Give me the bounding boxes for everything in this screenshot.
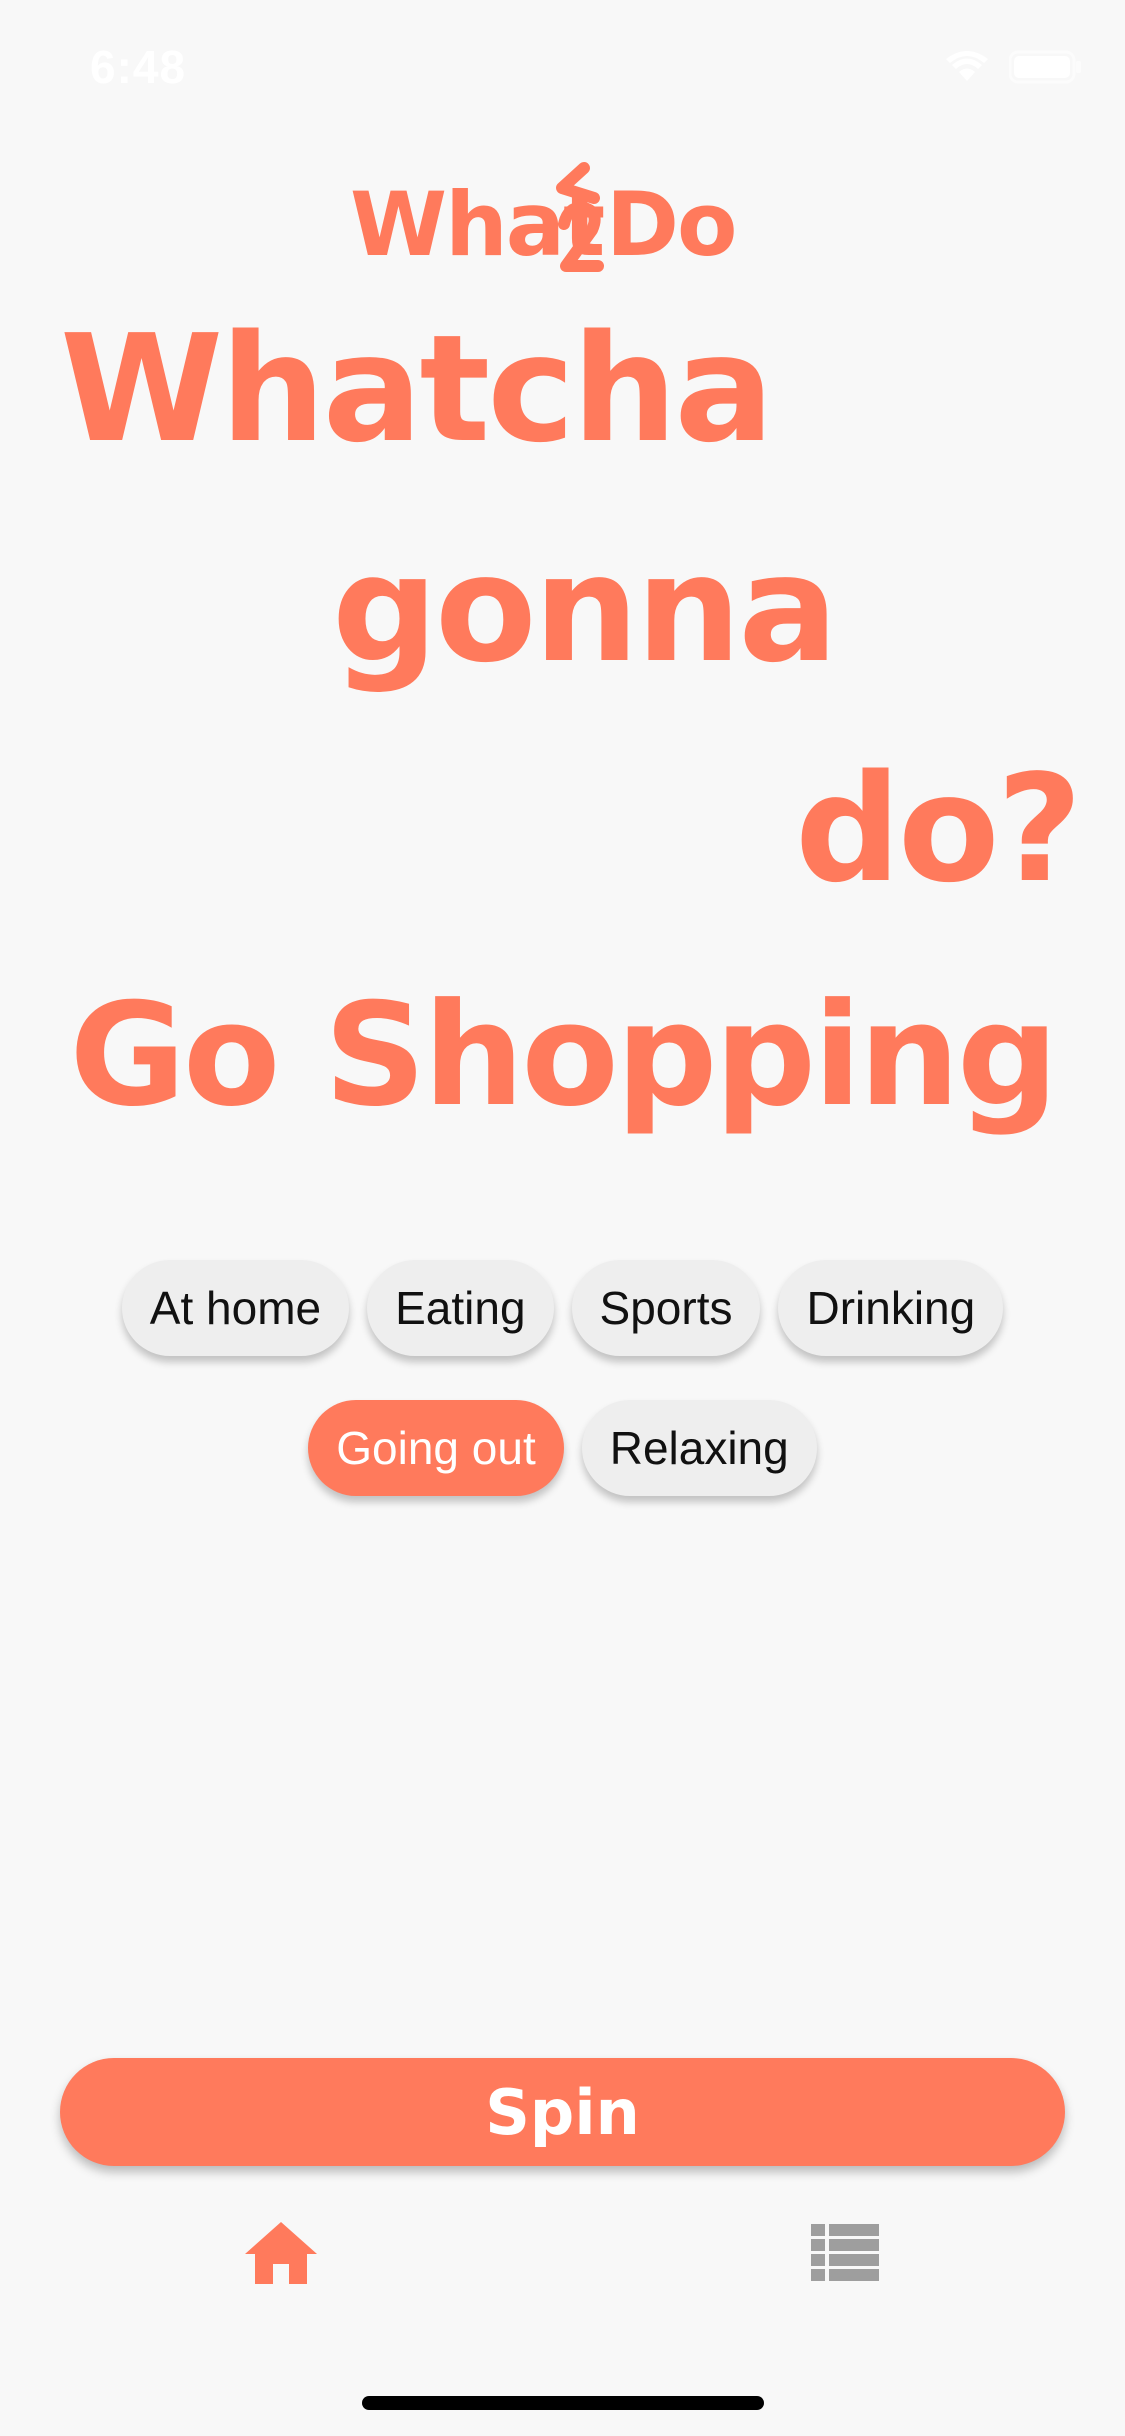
home-icon xyxy=(241,2218,321,2293)
tab-bar xyxy=(0,2200,1125,2310)
category-chip-sports[interactable]: Sports xyxy=(571,1260,761,1356)
status-icons xyxy=(945,50,1083,89)
battery-icon xyxy=(1008,50,1083,89)
svg-text:Do: Do xyxy=(606,173,736,276)
status-bar: 6:48 xyxy=(0,0,1125,132)
chip-row: At home Eating Sports Drinking xyxy=(0,1260,1125,1356)
tab-home[interactable] xyxy=(236,2215,326,2295)
wifi-icon xyxy=(945,51,989,88)
tab-list[interactable] xyxy=(800,2215,890,2295)
headline-line-3: do? xyxy=(795,743,1082,915)
category-chip-relaxing[interactable]: Relaxing xyxy=(581,1400,817,1496)
category-chip-drinking[interactable]: Drinking xyxy=(778,1260,1004,1356)
app-logo: What Do xyxy=(350,160,780,280)
spin-button[interactable]: Spin xyxy=(60,2058,1065,2166)
chip-row: Going out Relaxing xyxy=(0,1400,1125,1496)
category-chip-eating[interactable]: Eating xyxy=(367,1260,554,1356)
category-chip-at-home[interactable]: At home xyxy=(121,1260,350,1356)
home-indicator xyxy=(362,2396,764,2410)
list-icon xyxy=(811,2223,879,2287)
headline-line-2: gonna xyxy=(332,523,838,695)
category-chip-going-out[interactable]: Going out xyxy=(308,1400,564,1496)
status-time: 6:48 xyxy=(90,41,187,93)
spin-result: Go Shopping xyxy=(69,973,1058,1138)
headline-line-1: Whatcha xyxy=(60,303,774,475)
